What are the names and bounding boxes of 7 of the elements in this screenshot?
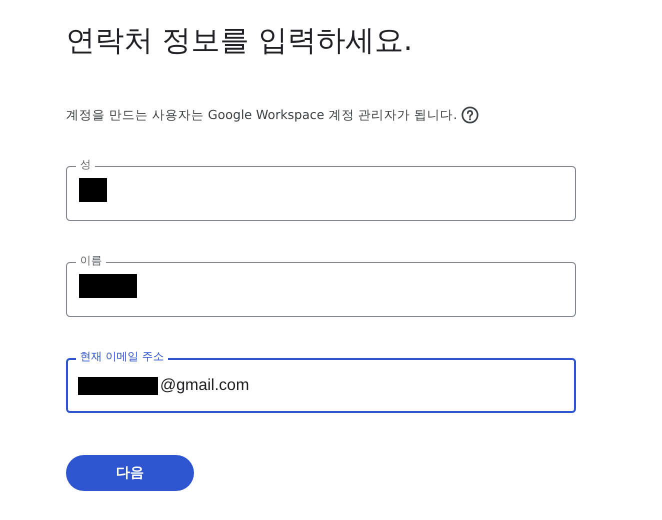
description-text: 계정을 만드는 사용자는 Google Workspace 계정 관리자가 됩니다.	[66, 106, 458, 124]
page-title: 연락처 정보를 입력하세요.	[66, 22, 414, 59]
field-label: 성	[76, 158, 95, 172]
help-icon[interactable]	[461, 106, 480, 124]
field-label: 현재 이메일 주소	[76, 350, 168, 364]
next-button[interactable]: 다음	[66, 455, 194, 491]
field-label: 이름	[76, 254, 106, 268]
